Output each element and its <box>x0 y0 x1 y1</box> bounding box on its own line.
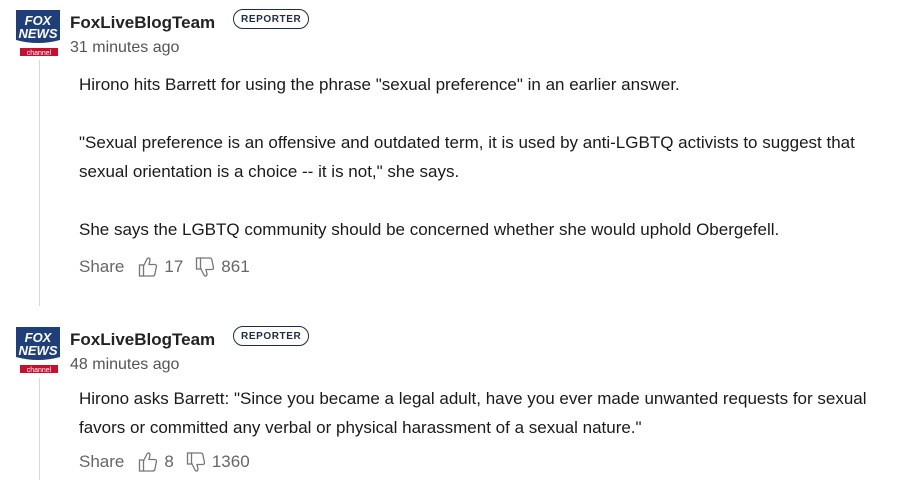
svg-text:NEWS: NEWS <box>19 343 58 358</box>
author-name[interactable]: FoxLiveBlogTeam <box>70 330 215 350</box>
post-paragraph: Hirono asks Barrett: "Since you became a… <box>79 389 867 437</box>
avatar[interactable]: FOX NEWS channel <box>12 6 64 62</box>
post-paragraph: Hirono hits Barrett for using the phrase… <box>79 75 680 94</box>
share-button[interactable]: Share <box>79 452 124 472</box>
comment-post: FOX NEWS channel FoxLiveBlogTeam REPORTE… <box>0 6 900 296</box>
post-body: Hirono asks Barrett: "Since you became a… <box>79 384 899 442</box>
post-paragraph: She says the LGBTQ community should be c… <box>79 220 780 239</box>
svg-text:NEWS: NEWS <box>19 26 58 41</box>
fox-news-logo-icon: FOX NEWS channel <box>16 327 60 374</box>
post-actions: Share 17 861 <box>79 255 262 279</box>
timestamp: 31 minutes ago <box>70 39 180 56</box>
author-name[interactable]: FoxLiveBlogTeam <box>70 13 215 33</box>
fox-news-logo-icon: FOX NEWS channel <box>16 10 60 57</box>
avatar[interactable]: FOX NEWS channel <box>12 323 64 379</box>
share-button[interactable]: Share <box>79 257 124 277</box>
dislike-count: 1360 <box>211 452 250 471</box>
thumbs-up-icon[interactable] <box>138 451 158 473</box>
reporter-badge: REPORTER <box>233 326 310 346</box>
comment-post: FOX NEWS channel FoxLiveBlogTeam REPORTE… <box>0 323 900 480</box>
post-paragraph: "Sexual preference is an offensive and o… <box>79 133 855 181</box>
like-count: 17 <box>164 257 184 276</box>
thumbs-down-icon[interactable] <box>186 451 206 473</box>
svg-text:channel: channel <box>27 50 52 57</box>
thumbs-up-icon[interactable] <box>138 256 158 278</box>
dislike-count: 861 <box>221 257 250 276</box>
timestamp: 48 minutes ago <box>70 356 180 373</box>
reporter-badge: REPORTER <box>233 9 310 29</box>
post-actions: Share 8 1360 <box>79 450 262 474</box>
post-body: Hirono hits Barrett for using the phrase… <box>79 70 899 244</box>
svg-text:channel: channel <box>27 367 52 374</box>
thumbs-down-icon[interactable] <box>195 256 215 278</box>
like-count: 8 <box>164 452 174 471</box>
